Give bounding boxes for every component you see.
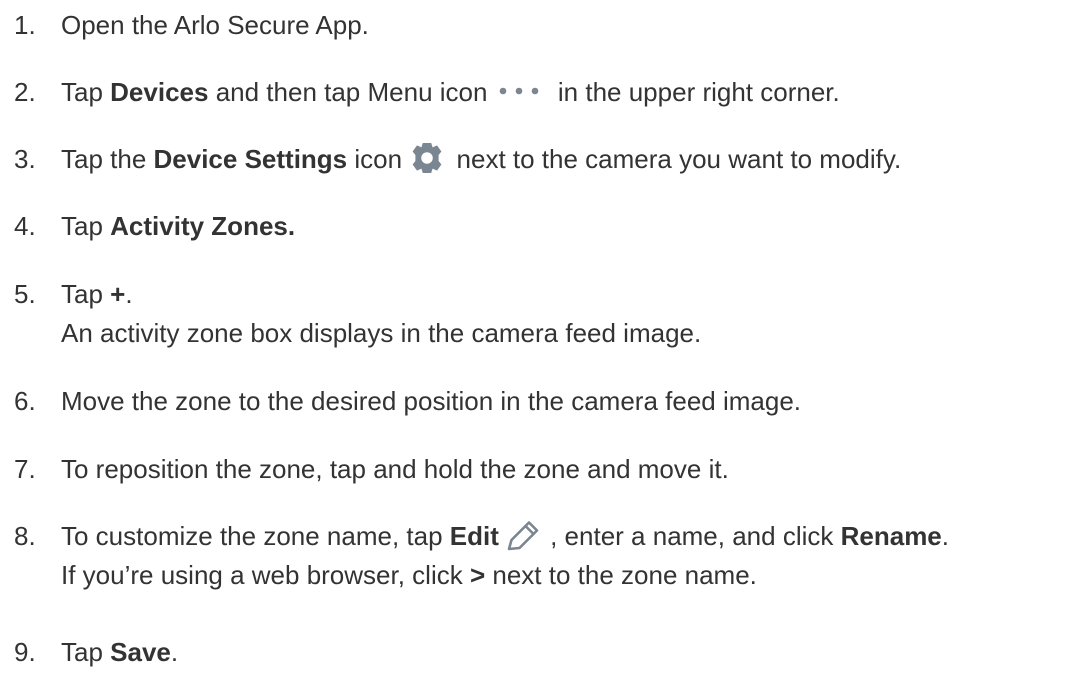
- step-number: 5.: [14, 279, 36, 309]
- step-text: Tap the Device Settings icon next to the…: [61, 142, 1066, 176]
- step-text: To reposition the zone, tap and hold the…: [61, 454, 729, 484]
- step-number: 8.: [14, 521, 36, 551]
- step-text: Move the zone to the desired position in…: [61, 386, 801, 416]
- step-number: 2.: [14, 77, 36, 107]
- step-text: Tap Save.: [61, 637, 179, 667]
- step-text: Open the Arlo Secure App.: [61, 10, 369, 40]
- step-text: Tap Devices and then tap Menu icon in th…: [61, 77, 840, 107]
- step-text: To customize the zone name, tap Edit , e…: [61, 519, 1066, 592]
- step-number: 3.: [14, 144, 36, 174]
- rename-label: Rename: [840, 521, 942, 551]
- pencil-icon: [505, 518, 543, 552]
- chevron-label: >: [469, 560, 486, 590]
- step-number: 9.: [14, 637, 36, 667]
- plus-label: +: [110, 279, 126, 309]
- activity-zones-label: Activity Zones.: [110, 211, 296, 241]
- step-text: Tap +. An activity zone box displays in …: [61, 279, 702, 348]
- devices-label: Devices: [110, 77, 209, 107]
- step-number: 6.: [14, 386, 36, 416]
- step-number: 4.: [14, 211, 36, 241]
- gear-icon: [409, 141, 449, 175]
- edit-label: Edit: [449, 521, 499, 551]
- step-number: 7.: [14, 454, 36, 484]
- save-label: Save: [110, 637, 171, 667]
- device-settings-label: Device Settings: [153, 144, 348, 174]
- step-number: 1.: [14, 10, 36, 40]
- step-text: Tap Activity Zones.: [61, 211, 296, 241]
- more-horizontal-icon: [495, 85, 551, 97]
